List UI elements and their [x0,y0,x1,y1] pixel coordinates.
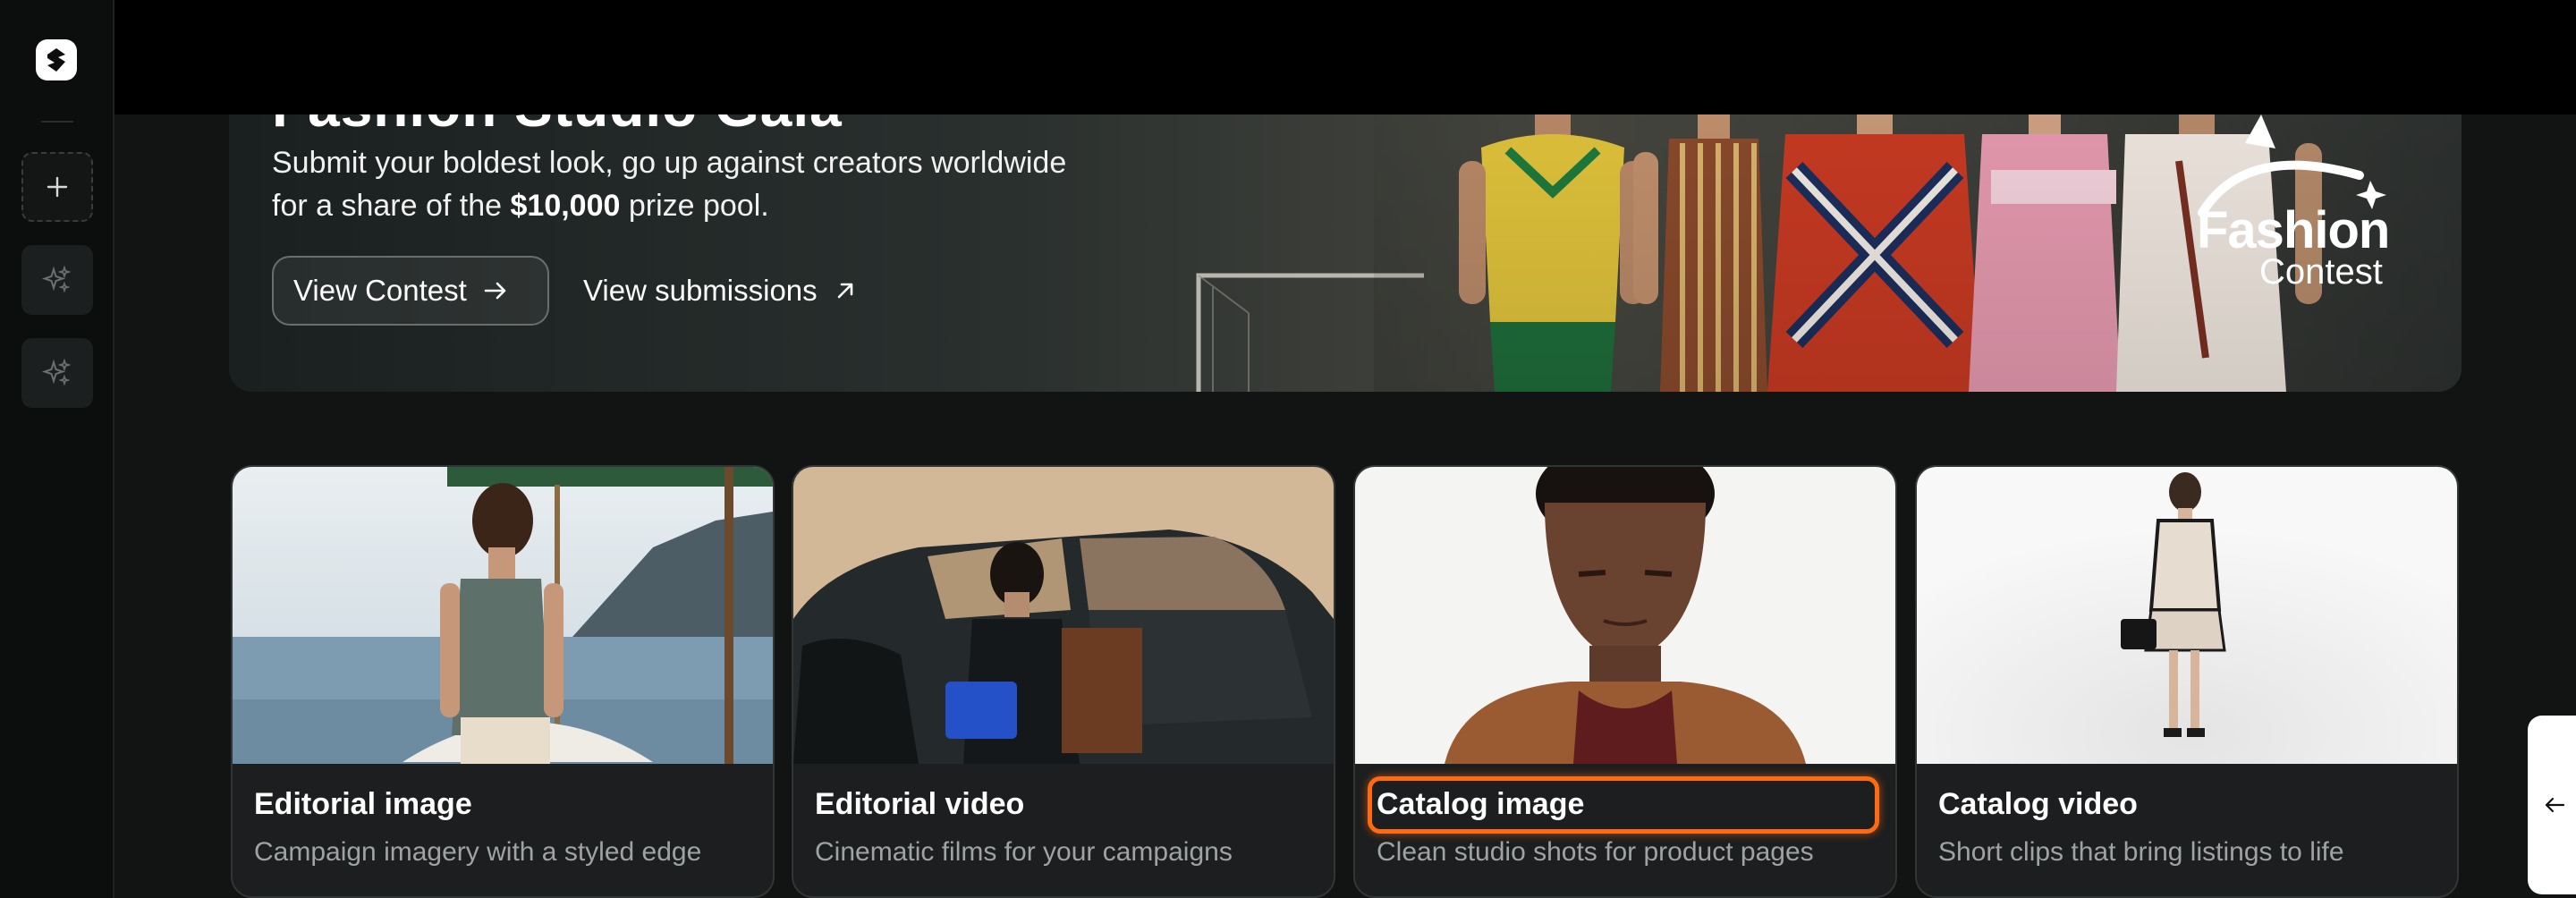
card-description: Clean studio shots for product pages [1377,837,1814,867]
card-editorial-video[interactable]: Editorial video Cinematic films for your… [792,465,1335,898]
contest-logo-contest: Contest [2259,252,2383,292]
arrow-up-right-icon [837,283,852,299]
sparkle-tool-button-2[interactable] [21,338,93,408]
app-root: Fashion Studio Gala Submit your boldest … [0,0,2576,898]
prize-amount: $10,000 [510,189,621,223]
arrow-right-icon [484,282,506,300]
arrow-left-icon [2545,797,2565,813]
view-contest-label: View Contest [293,274,467,307]
card-title: Editorial image [254,787,472,821]
catalog-image-thumbnail [1355,467,1895,764]
collapse-panel-tab[interactable] [2528,716,2576,894]
card-catalog-video[interactable]: Catalog video Short clips that bring lis… [1915,465,2459,898]
sparkle-tool-button-1[interactable] [21,245,93,315]
banner-description-end: prize pool. [620,189,769,223]
view-submissions-link[interactable]: View submissions [583,256,857,326]
card-description: Short clips that bring listings to life [1938,837,2344,867]
plus-icon [47,176,68,198]
view-contest-button[interactable]: View Contest [272,256,549,326]
top-bar [114,0,2576,114]
editorial-image-thumbnail [233,467,773,764]
card-editorial-image[interactable]: Editorial image Campaign imagery with a … [231,465,775,898]
brand-logo[interactable] [36,39,77,80]
left-sidebar [0,0,114,898]
catalog-video-thumbnail [1917,467,2457,764]
banner-description: Submit your boldest look, go up against … [272,141,1077,227]
new-project-button[interactable] [21,152,93,222]
card-title: Editorial video [815,787,1025,821]
sparkle-icon [41,265,72,293]
sparkle-icon [41,358,72,386]
card-description: Cinematic films for your campaigns [815,837,1233,867]
card-title: Catalog video [1938,787,2138,821]
card-catalog-image[interactable]: Catalog image Clean studio shots for pro… [1353,465,1897,898]
sidebar-divider [41,121,73,123]
view-submissions-label: View submissions [583,274,818,307]
editorial-video-thumbnail [793,467,1334,764]
card-title: Catalog image [1377,787,1585,821]
logo-mark-icon [47,48,65,72]
contest-logo-fashion: Fashion [2197,201,2390,259]
card-description: Campaign imagery with a styled edge [254,837,702,867]
